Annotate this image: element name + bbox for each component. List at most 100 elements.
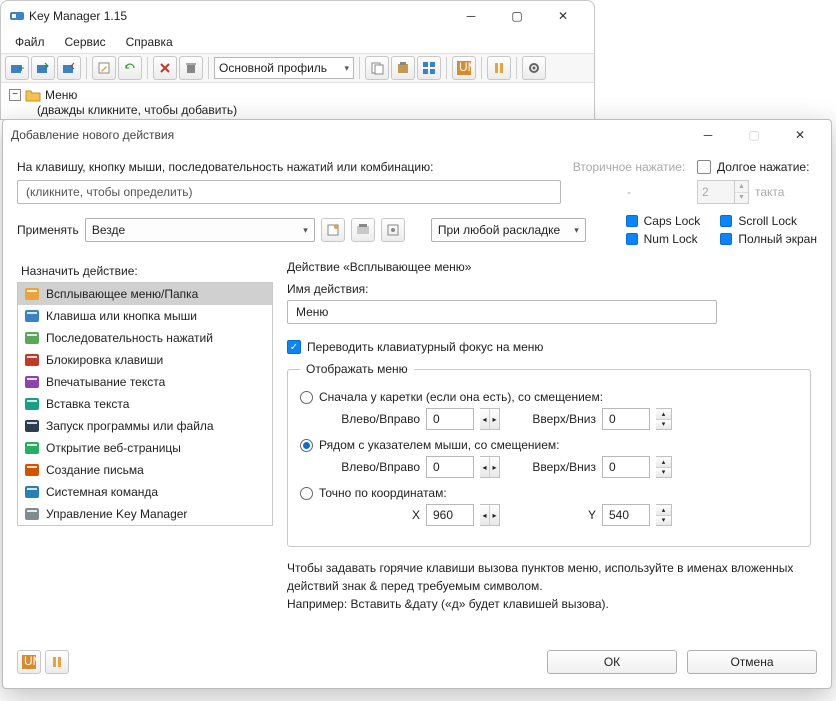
menu-bar: Файл Сервис Справка [1, 31, 594, 53]
cancel-button[interactable]: Отмена [687, 650, 817, 674]
maximize-button[interactable]: ▢ [494, 1, 540, 31]
num-led-icon[interactable] [626, 233, 638, 245]
action-icon [24, 352, 40, 368]
focus-check-label: Переводить клавиатурный фокус на меню [307, 340, 543, 354]
svg-text:UM: UM [24, 655, 36, 668]
action-item[interactable]: Блокировка клавиши [18, 349, 272, 371]
y-input[interactable]: 540 [602, 504, 650, 526]
ud-spinner-2[interactable]: ▴▾ [656, 456, 672, 478]
ud-input-1[interactable]: 0 [602, 408, 650, 430]
profile-combo-value: Основной профиль [219, 61, 327, 75]
tree-view[interactable]: − Меню (дважды кликните, чтобы добавить) [1, 83, 594, 121]
tb-tile-icon[interactable] [417, 56, 441, 80]
parent-window: Key Manager 1.15 ─ ▢ ✕ Файл Сервис Справ… [0, 0, 595, 120]
footer-um-icon[interactable]: UM [17, 650, 41, 674]
menu-file[interactable]: Файл [7, 33, 53, 51]
apply-tb-3-icon[interactable] [381, 218, 405, 242]
action-name-input[interactable]: Меню [287, 300, 717, 324]
x-input[interactable]: 960 [426, 504, 474, 526]
long-press-label: Долгое нажатие: [717, 160, 809, 174]
radio-caret-label: Сначала у каретки (если она есть), со см… [319, 390, 603, 404]
tb-refresh-icon[interactable] [118, 56, 142, 80]
ud-spinner-1[interactable]: ▴▾ [656, 408, 672, 430]
tb-um-icon[interactable]: UM [452, 56, 476, 80]
footer-pause-icon[interactable] [45, 650, 69, 674]
action-item-label: Впечатывание текста [46, 375, 165, 389]
tb-import-icon[interactable] [31, 56, 55, 80]
radio-caret[interactable] [300, 391, 313, 404]
apply-tb-1-icon[interactable] [321, 218, 345, 242]
ok-button[interactable]: ОК [547, 650, 677, 674]
action-item[interactable]: Управление Key Manager [18, 503, 272, 525]
dialog-title-bar: Добавление нового действия ─ ▢ ✕ [3, 120, 831, 150]
radio-coord[interactable] [300, 487, 313, 500]
dlg-minimize-button[interactable]: ─ [685, 120, 731, 150]
scroll-led-icon[interactable] [720, 215, 732, 227]
dlg-maximize-button[interactable]: ▢ [731, 120, 777, 150]
focus-checkbox[interactable]: ✓ [287, 340, 301, 354]
menu-help[interactable]: Справка [118, 33, 181, 51]
action-item[interactable]: Запуск программы или файла [18, 415, 272, 437]
profile-combo[interactable]: Основной профиль ▾ [214, 57, 354, 79]
action-item[interactable]: Впечатывание текста [18, 371, 272, 393]
radio-mouse[interactable] [300, 439, 313, 452]
svg-text:+: + [18, 61, 24, 75]
y-spinner[interactable]: ▴▾ [656, 504, 672, 526]
action-item[interactable]: Последовательность нажатий [18, 327, 272, 349]
tree-add-hint[interactable]: (дважды кликните, чтобы добавить) [37, 103, 586, 117]
radio-coord-label: Точно по координатам: [319, 486, 447, 500]
action-item[interactable]: Системная команда [18, 481, 272, 503]
tb-pause-icon[interactable] [487, 56, 511, 80]
lr-spinner-2[interactable]: ◂▸ [480, 456, 500, 478]
tb-edit-icon[interactable] [92, 56, 116, 80]
tb-add-icon[interactable]: + [5, 56, 29, 80]
tb-export-icon[interactable] [57, 56, 81, 80]
tree-root[interactable]: − Меню [9, 87, 586, 103]
action-item[interactable]: Открытие веб-страницы [18, 437, 272, 459]
ud-input-2[interactable]: 0 [602, 456, 650, 478]
secondary-label: Вторичное нажатие: [569, 160, 689, 174]
folder-icon [25, 88, 41, 102]
action-section-title: Действие «Всплывающее меню» [287, 260, 811, 274]
action-item-label: Управление Key Manager [46, 507, 187, 521]
expand-toggle-icon[interactable]: − [9, 89, 21, 101]
menu-service[interactable]: Сервис [57, 33, 114, 51]
key-prompt-label: На клавишу, кнопку мыши, последовательно… [17, 160, 561, 174]
tb-delete-icon[interactable] [153, 56, 177, 80]
action-list[interactable]: Всплывающее меню/ПапкаКлавиша или кнопка… [17, 282, 273, 526]
scroll-label: Scroll Lock [738, 214, 797, 228]
action-item[interactable]: Создание письма [18, 459, 272, 481]
lr-input-1[interactable]: 0 [426, 408, 474, 430]
lr-input-2[interactable]: 0 [426, 456, 474, 478]
tb-trash-icon[interactable] [179, 56, 203, 80]
action-item[interactable]: Клавиша или кнопка мыши [18, 305, 272, 327]
tb-gear-icon[interactable] [522, 56, 546, 80]
full-led-icon[interactable] [720, 233, 732, 245]
close-button[interactable]: ✕ [540, 1, 586, 31]
minimize-button[interactable]: ─ [448, 1, 494, 31]
action-icon [24, 330, 40, 346]
key-define-field[interactable]: (кликните, чтобы определить) [17, 180, 561, 204]
caps-led-icon[interactable] [626, 215, 638, 227]
radio-mouse-label: Рядом с указателем мыши, со смещением: [319, 438, 560, 452]
num-label: Num Lock [644, 232, 698, 246]
action-icon [24, 462, 40, 478]
layout-combo-value: При любой раскладке [438, 223, 560, 237]
ud-label-2: Вверх/Вниз [506, 460, 596, 474]
long-press-checkbox[interactable] [697, 160, 711, 174]
action-item-label: Блокировка клавиши [46, 353, 163, 367]
action-item[interactable]: Всплывающее меню/Папка [18, 283, 272, 305]
apply-tb-2-icon[interactable] [351, 218, 375, 242]
dialog-window: Добавление нового действия ─ ▢ ✕ На клав… [2, 119, 832, 689]
x-spinner[interactable]: ◂▸ [480, 504, 500, 526]
apply-combo[interactable]: Везде ▾ [85, 218, 315, 242]
dlg-close-button[interactable]: ✕ [777, 120, 823, 150]
action-item[interactable]: Вставка текста [18, 393, 272, 415]
parent-toolbar: + Основной профиль ▾ UM [1, 53, 594, 83]
layout-combo[interactable]: При любой раскладке ▾ [431, 218, 586, 242]
secondary-value: - [627, 185, 631, 199]
tb-copy-icon[interactable] [365, 56, 389, 80]
tb-paste-icon[interactable] [391, 56, 415, 80]
lr-spinner-1[interactable]: ◂▸ [480, 408, 500, 430]
key-field-placeholder: (кликните, чтобы определить) [26, 185, 192, 199]
